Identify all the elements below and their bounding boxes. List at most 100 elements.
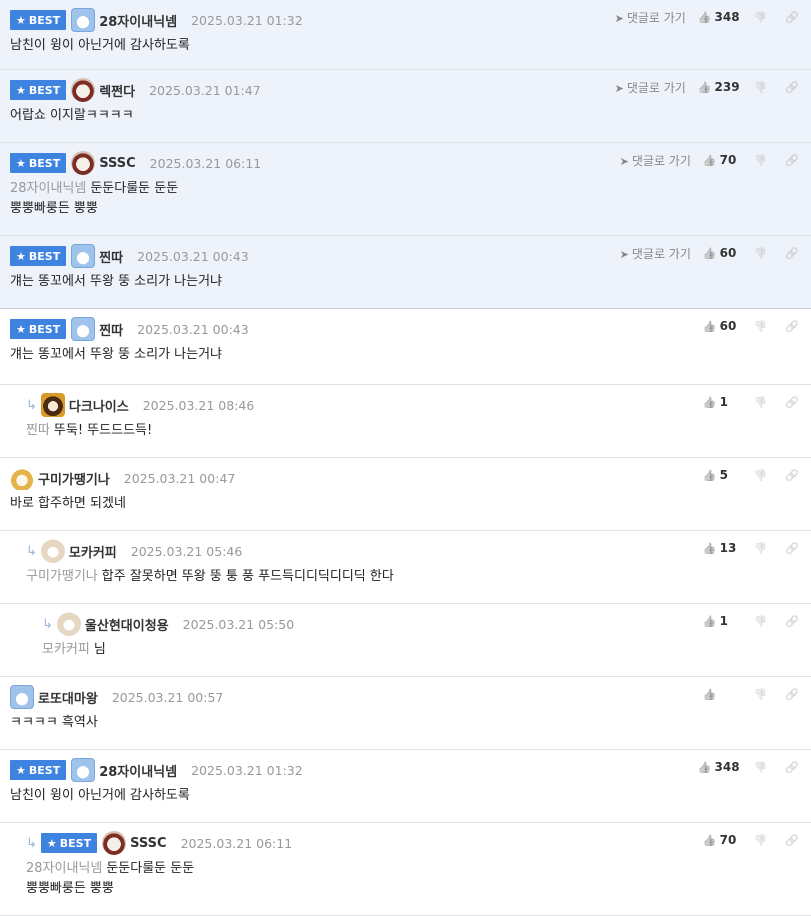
comment-list: ★ BEST 28자이내닉넴 2025.03.21 01:32 남친이 윙이 아닌거에 …	[0, 0, 811, 916]
thumbs-up-icon[interactable]: 👍	[703, 469, 717, 482]
author-nickname[interactable]: 로또대마왕	[38, 688, 98, 707]
author-nickname[interactable]: 다크나이스	[69, 396, 129, 415]
avatar[interactable]	[71, 8, 96, 32]
avatar[interactable]	[71, 317, 96, 341]
like-count: 348	[714, 760, 740, 774]
thumbs-down-icon[interactable]: 👎	[754, 615, 768, 628]
avatar[interactable]	[71, 78, 96, 102]
comment-date: 2025.03.21 00:57	[111, 689, 224, 705]
goto-comment-link[interactable]: ➤ 댓글로 가기	[615, 9, 686, 26]
avatar[interactable]	[71, 244, 96, 268]
comment-date: 2025.03.21 00:47	[123, 470, 236, 486]
thumbs-up-icon[interactable]: 👍	[698, 81, 712, 94]
comment-header: ↳ 다크나이스 2025.03.21 08:46	[26, 393, 254, 417]
thumbs-up-icon[interactable]: 👍	[698, 761, 712, 774]
goto-label: 댓글로 가기	[626, 10, 686, 25]
author-nickname[interactable]: 찐따	[99, 247, 123, 266]
thumbs-down-icon[interactable]: 👎	[754, 542, 768, 555]
mention-nickname[interactable]: 28자이내닉넴	[26, 861, 102, 876]
thumbs-down-icon[interactable]: 👎	[754, 320, 768, 333]
comment-text: 28자이내닉넴 둔둔다룰둔 둔둔	[26, 859, 194, 879]
link-icon[interactable]: 🔗	[785, 469, 799, 482]
comment-date: 2025.03.21 00:43	[137, 248, 249, 264]
avatar[interactable]	[10, 685, 34, 709]
author-nickname[interactable]: 28자이내닉넴	[99, 11, 177, 30]
link-icon[interactable]: 🔗	[785, 81, 799, 94]
link-icon[interactable]: 🔗	[785, 688, 799, 701]
comment-item: ★ BEST 찐따 2025.03.21 00:43 걔는 똥꼬에서 뚜왕 뚱 소리가 …	[0, 309, 811, 385]
thumbs-up-icon[interactable]: 👍	[703, 834, 717, 847]
link-icon[interactable]: 🔗	[785, 834, 799, 847]
like-count: 60	[719, 319, 737, 333]
author-nickname[interactable]: 찐따	[99, 320, 123, 339]
goto-comment-link[interactable]: ➤ 댓글로 가기	[620, 245, 691, 262]
like-count: 1	[719, 395, 728, 409]
avatar[interactable]	[40, 393, 65, 417]
thumbs-down-icon[interactable]: 👎	[754, 834, 768, 847]
thumbs-up-icon[interactable]: 👍	[703, 688, 717, 701]
comment-item: ★ BEST 찐따 2025.03.21 00:43 걔는 똥꼬에서 뚜왕 뚱 소리가 …	[0, 236, 811, 309]
comment-line: 바로 합주하면 되겠네	[10, 496, 126, 511]
comment-header: ★ BEST SSSC 2025.03.21 06:11	[10, 151, 261, 175]
author-nickname[interactable]: 울산현대이청용	[85, 615, 169, 634]
avatar[interactable]	[102, 831, 127, 855]
author-nickname[interactable]: 구미가땡기나	[38, 469, 110, 488]
thumbs-up-icon[interactable]: 👍	[703, 154, 717, 167]
thumbs-up-icon[interactable]: 👍	[703, 247, 717, 260]
goto-comment-link[interactable]: ➤ 댓글로 가기	[620, 152, 691, 169]
comment-text: 모카커피 님	[42, 640, 106, 660]
thumbs-down-icon[interactable]: 👎	[754, 396, 768, 409]
thumbs-down-icon[interactable]: 👎	[754, 761, 768, 774]
author-nickname[interactable]: 렉쩐다	[99, 81, 135, 100]
arrow-icon: ➤	[619, 154, 629, 168]
avatar[interactable]	[56, 612, 81, 636]
thumbs-up-icon[interactable]: 👍	[703, 615, 717, 628]
author-nickname[interactable]: 28자이내닉넴	[99, 761, 177, 780]
avatar[interactable]	[71, 758, 96, 782]
star-icon: ★	[16, 156, 26, 170]
avatar[interactable]	[10, 466, 34, 490]
thumbs-down-icon[interactable]: 👎	[754, 469, 768, 482]
best-badge: ★ BEST	[10, 153, 67, 173]
link-icon[interactable]: 🔗	[785, 320, 799, 333]
thumbs-up-icon[interactable]: 👍	[698, 11, 712, 24]
comment-date: 2025.03.21 06:11	[180, 835, 293, 851]
comment-line: 합주 잘못하면 뚜왕 뚱 퉁 풍 푸드득디디딕디디딕 한다	[101, 569, 394, 584]
avatar[interactable]	[71, 151, 96, 175]
comment-item: ★ BEST 28자이내닉넴 2025.03.21 01:32 남친이 윙이 아닌거에 …	[0, 0, 811, 70]
thumbs-down-icon[interactable]: 👎	[754, 247, 768, 260]
comment-item: ↳ ★ BEST SSSC 2025.03.21 06:11 28자이내닉넴 둔둔다룰둔 둔…	[0, 823, 811, 916]
link-icon[interactable]: 🔗	[785, 154, 799, 167]
thumbs-up-icon[interactable]: 👍	[703, 396, 717, 409]
comment-item: ↳ 울산현대이청용 2025.03.21 05:50 모카커피 님 👍 1 👎 🔗	[0, 604, 811, 677]
comment-item: ↳ 모카커피 2025.03.21 05:46 구미가땡기나 합주 잘못하면 뚜왕 뚱 …	[0, 531, 811, 604]
star-icon: ★	[16, 763, 26, 777]
comment-line: 걔는 똥꼬에서 뚜왕 뚱 소리가 나는거냐	[10, 347, 223, 362]
link-icon[interactable]: 🔗	[785, 396, 799, 409]
comment-line: 남친이 윙이 아닌거에 감사하도록	[10, 38, 190, 53]
link-icon[interactable]: 🔗	[785, 761, 799, 774]
author-nickname[interactable]: SSSC	[130, 836, 166, 851]
mention-nickname[interactable]: 찐따	[26, 423, 50, 438]
thumbs-down-icon[interactable]: 👎	[754, 81, 768, 94]
mention-nickname[interactable]: 구미가땡기나	[26, 569, 98, 584]
author-nickname[interactable]: 모카커피	[69, 542, 117, 561]
thumbs-up-icon[interactable]: 👍	[703, 542, 717, 555]
author-nickname[interactable]: SSSC	[99, 156, 135, 171]
mention-nickname[interactable]: 모카커피	[42, 642, 90, 657]
comment-line: 어랍쇼 이지랄ㅋㅋㅋㅋ	[10, 108, 134, 123]
comment-header: 로또대마왕 2025.03.21 00:57	[10, 685, 223, 709]
thumbs-down-icon[interactable]: 👎	[754, 154, 768, 167]
goto-label: 댓글로 가기	[631, 153, 691, 168]
mention-nickname[interactable]: 28자이내닉넴	[10, 181, 86, 196]
thumbs-up-icon[interactable]: 👍	[703, 320, 717, 333]
avatar[interactable]	[40, 539, 65, 563]
thumbs-down-icon[interactable]: 👎	[754, 11, 768, 24]
best-badge-label: BEST	[28, 13, 61, 27]
goto-comment-link[interactable]: ➤ 댓글로 가기	[615, 79, 686, 96]
link-icon[interactable]: 🔗	[785, 247, 799, 260]
link-icon[interactable]: 🔗	[785, 11, 799, 24]
link-icon[interactable]: 🔗	[785, 615, 799, 628]
thumbs-down-icon[interactable]: 👎	[754, 688, 768, 701]
link-icon[interactable]: 🔗	[785, 542, 799, 555]
